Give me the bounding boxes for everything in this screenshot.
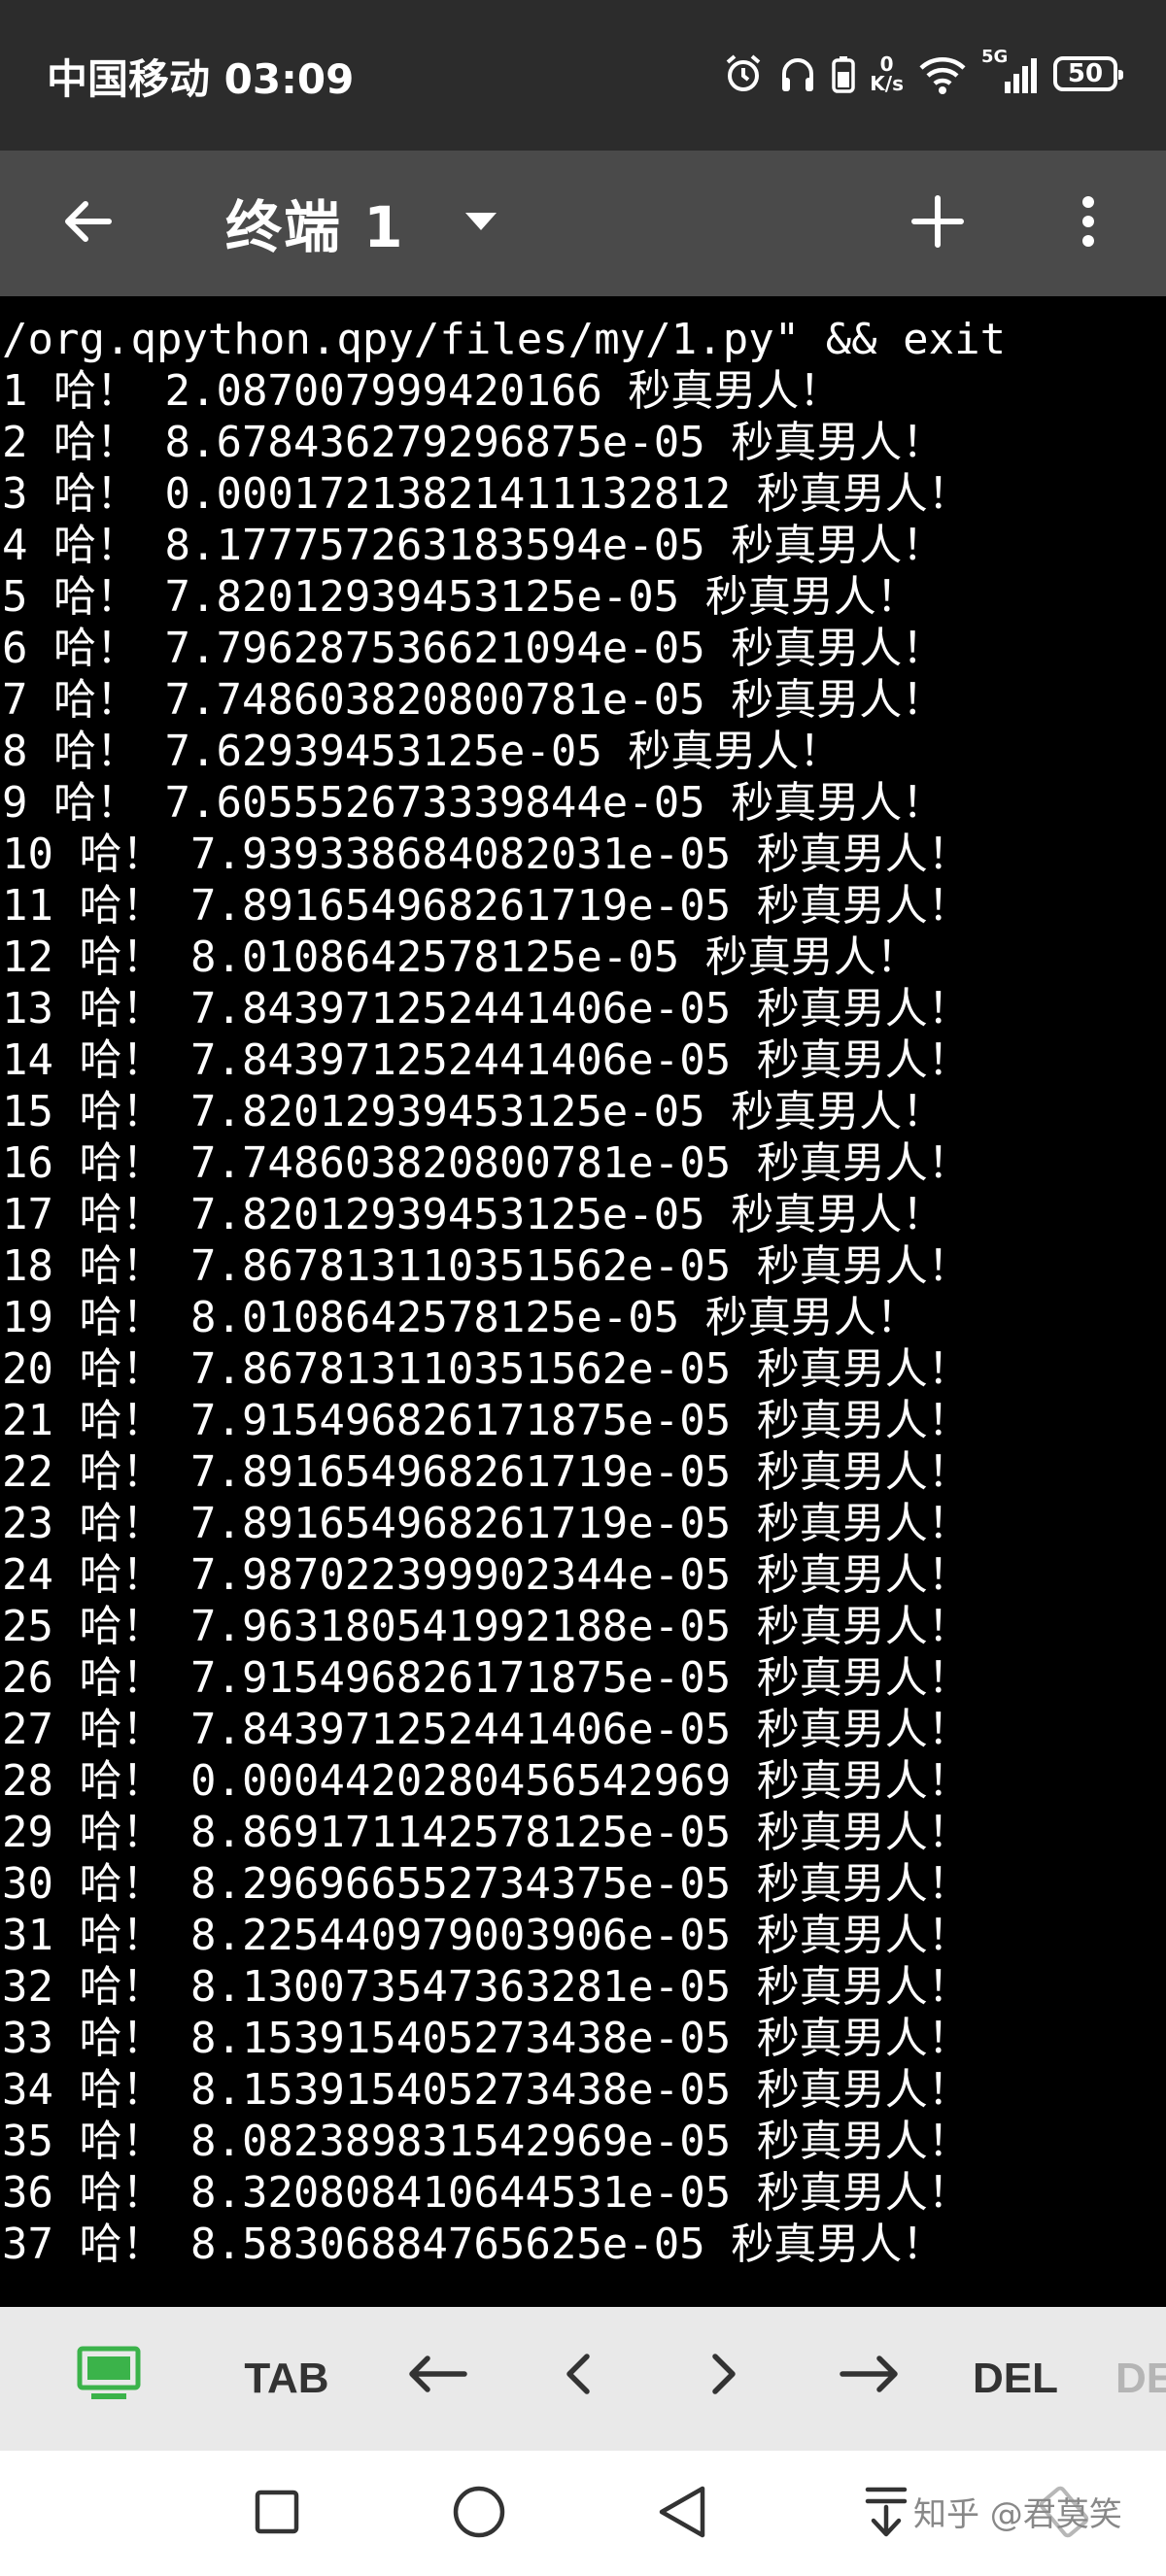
terminal-line: 16 哈！ 7.748603820800781e-05 秒真男人！ — [2, 1138, 971, 1188]
terminal-line: 3 哈！ 0.0001721382141113281​2 秒真男人！ — [2, 469, 971, 519]
back-button[interactable] — [39, 185, 136, 262]
app-toolbar: 终端 1 — [0, 151, 1166, 296]
terminal-line: 22 哈！ 7.891654968261719e-05 秒真男人！ — [2, 1447, 971, 1497]
terminal-line: 32 哈！ 8.130073547363281e-05 秒真男人！ — [2, 1962, 971, 2012]
earbuds-battery-icon — [831, 52, 856, 95]
tab-key[interactable]: TAB — [223, 2307, 350, 2451]
recents-button[interactable] — [238, 2475, 316, 2553]
terminal-line: 10 哈！ 7.939338684082031e-05 秒真男人！ — [2, 830, 971, 879]
netspeed-unit: K/s — [870, 72, 904, 95]
pull-down-icon — [862, 2484, 910, 2544]
arrow-left-icon — [58, 192, 117, 254]
new-session-button[interactable] — [899, 185, 977, 262]
wifi-icon — [917, 52, 968, 95]
terminal-line: 8 哈！ 7.62939453125e-05 秒真男人！ — [2, 727, 842, 776]
keyboard-toggle-button[interactable] — [60, 2307, 157, 2451]
long-arrow-right-icon — [839, 2355, 901, 2404]
terminal-line: 2 哈！ 8.678436279296875e-05 秒真男人！ — [2, 418, 945, 467]
terminal-line: 35 哈！ 8.082389831542969e-05 秒真男人！ — [2, 2117, 971, 2166]
long-arrow-left-icon — [406, 2355, 468, 2404]
terminal-line: 37 哈！ 8.58306884765625e-05 秒真男人！ — [2, 2220, 945, 2269]
partial-del-key[interactable]: DE — [1115, 2307, 1166, 2451]
extra-keys-bar: TAB DEL DE — [0, 2307, 1166, 2451]
netspeed-value: 0 — [879, 52, 894, 76]
terminal-line: 14 哈！ 7.843971252441406e-05 秒真男人！ — [2, 1035, 971, 1085]
status-time: 中国移动 03:09 — [47, 55, 355, 103]
terminal-line: 18 哈！ 7.867813110351562e-05 秒真男人！ — [2, 1241, 971, 1291]
keyboard-monitor-icon — [76, 2345, 142, 2414]
headphones-icon — [778, 52, 817, 95]
terminal-line: 15 哈！ 7.82012939453125e-05 秒真男人！ — [2, 1087, 945, 1136]
netspeed-indicator: 0 K/s — [870, 54, 904, 93]
circle-icon — [451, 2484, 507, 2544]
terminal-line: 34 哈！ 8.153915405273438e-05 秒真男人！ — [2, 2065, 971, 2115]
watermark-text: 知乎 @君莫笑 — [913, 2495, 1122, 2534]
terminal-line: 33 哈！ 8.153915405273438e-05 秒真男人！ — [2, 2014, 971, 2063]
terminal-line: 17 哈！ 7.82012939453125e-05 秒真男人！ — [2, 1190, 945, 1239]
terminal-line: 21 哈！ 7.915496826171875e-05 秒真男人！ — [2, 1396, 971, 1445]
terminal-line: 20 哈！ 7.867813110351562e-05 秒真男人！ — [2, 1344, 971, 1394]
terminal-line: /org.qpython.qpy/files/my/1.py" && exit — [2, 315, 1007, 364]
terminal-line: 29 哈！ 8.869171142578125e-05 秒真男人！ — [2, 1808, 971, 1857]
terminal-line: 25 哈！ 7.963180541992188e-05 秒真男人！ — [2, 1602, 971, 1651]
chevron-left-icon — [564, 2353, 593, 2406]
system-navigation-bar: 知乎 @君莫笑 — [0, 2451, 1166, 2576]
terminal-line: 11 哈！ 7.891654968261719e-05 秒真男人！ — [2, 881, 971, 931]
status-bar: 中国移动 03:09 0 K/s 5G 50 — [0, 0, 1166, 151]
terminal-line: 13 哈！ 7.843971252441406e-05 秒真男人！ — [2, 984, 971, 1034]
left-key[interactable] — [534, 2307, 622, 2451]
more-vertical-icon — [1080, 194, 1096, 253]
terminal-line: 27 哈！ 7.843971252441406e-05 秒真男人！ — [2, 1705, 971, 1754]
terminal-line: 26 哈！ 7.915496826171875e-05 秒真男人！ — [2, 1653, 971, 1703]
right-key[interactable] — [680, 2307, 768, 2451]
square-icon — [253, 2488, 301, 2540]
status-icons: 0 K/s 5G 50 — [722, 47, 1123, 101]
cellular-signal-icon: 5G — [981, 47, 1040, 95]
terminal-line: 1 哈！ 2.087007999420166 秒真男人！ — [2, 366, 842, 416]
terminal-output[interactable]: /org.qpython.qpy/files/my/1.py" && exit 1… — [0, 296, 1166, 2307]
terminal-line: 36 哈！ 8.320808410644531e-05 秒真男人！ — [2, 2168, 971, 2218]
terminal-line: 28 哈！ 0.0004420280456542969 秒真男人！ — [2, 1756, 971, 1806]
terminal-line: 24 哈！ 7.987022399902344e-05 秒真男人！ — [2, 1550, 971, 1600]
terminal-line: 30 哈！ 8.296966552734375e-05 秒真男人！ — [2, 1859, 971, 1909]
terminal-line: 23 哈！ 7.891654968261719e-05 秒真男人！ — [2, 1499, 971, 1548]
ctrl-right-key[interactable] — [821, 2307, 918, 2451]
terminal-line: 6 哈！ 7.796287536621094e-05 秒真男人！ — [2, 624, 945, 673]
plus-icon — [910, 194, 965, 253]
battery-indicator: 50 — [1053, 56, 1123, 91]
del-key[interactable]: DEL — [962, 2307, 1069, 2451]
terminal-line: 4 哈！ 8.177757263183594e-05 秒真男人！ — [2, 521, 945, 570]
triangle-back-icon — [656, 2484, 708, 2544]
terminal-title[interactable]: 终端 1 — [225, 182, 405, 263]
home-button[interactable] — [440, 2475, 518, 2553]
terminal-line: 5 哈！ 7.82012939453125e-05 秒真男人！ — [2, 572, 919, 622]
terminal-line: 31 哈！ 8.225440979003906e-05 秒真男人！ — [2, 1911, 971, 1960]
back-nav-button[interactable] — [643, 2475, 721, 2553]
terminal-line: 9 哈！ 7.605552673339844e-05 秒真男人！ — [2, 778, 945, 828]
caret-down-icon — [463, 211, 498, 236]
ctrl-left-key[interactable] — [389, 2307, 486, 2451]
session-dropdown-button[interactable] — [452, 194, 510, 253]
terminal-line: 19 哈！ 8.0108642578125e-05 秒真男人！ — [2, 1293, 919, 1342]
alarm-icon — [722, 52, 765, 95]
terminal-line: 12 哈！ 8.0108642578125e-05 秒真男人！ — [2, 932, 919, 982]
more-options-button[interactable] — [1054, 185, 1122, 262]
terminal-line: 7 哈！ 7.748603820800781e-05 秒真男人！ — [2, 675, 945, 725]
network-type-label: 5G — [981, 47, 1009, 67]
chevron-right-icon — [709, 2353, 738, 2406]
